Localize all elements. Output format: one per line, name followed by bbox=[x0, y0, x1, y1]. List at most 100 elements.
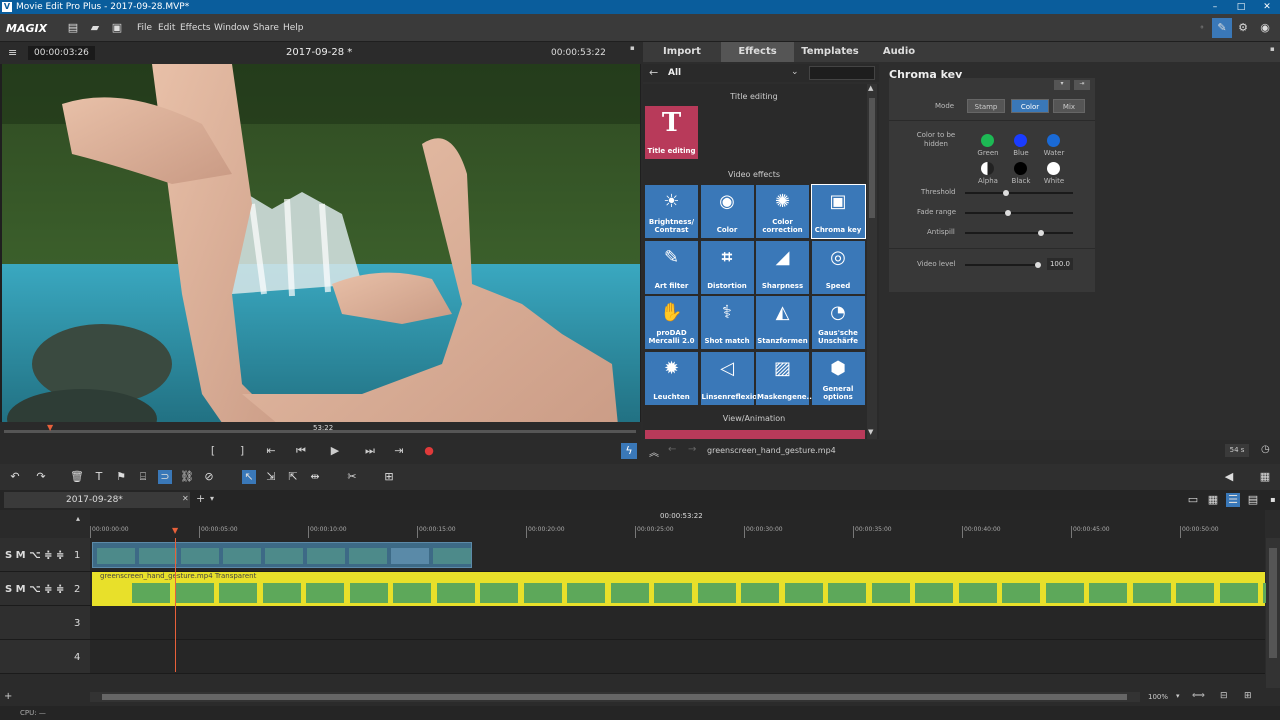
zoom-fit-icon[interactable]: ⟺ bbox=[1192, 691, 1205, 701]
track-1[interactable]: S M ⌥ ≑ ≑ 1 bbox=[0, 538, 1265, 572]
swatch-black[interactable] bbox=[1014, 162, 1027, 175]
loop-icon[interactable]: ⊃ bbox=[158, 470, 172, 484]
hamburger-menu-icon[interactable]: ≡ bbox=[8, 46, 17, 59]
chevron-down-icon[interactable]: ⌄ bbox=[791, 67, 799, 77]
tab-dropdown-icon[interactable]: ▾ bbox=[210, 494, 214, 503]
undo-icon[interactable]: ↶ bbox=[8, 470, 22, 484]
go-to-start-button[interactable]: ⇤ bbox=[263, 443, 279, 459]
tab-audio[interactable]: Audio bbox=[866, 42, 932, 62]
close-tab-icon[interactable]: ✕ bbox=[182, 494, 189, 503]
tile-stanzformen[interactable]: ◭ Stanzformen bbox=[756, 296, 809, 349]
pin-icon[interactable]: ▪ bbox=[1270, 45, 1275, 53]
tab-import[interactable]: Import bbox=[643, 42, 721, 62]
tab-effects[interactable]: Effects bbox=[721, 42, 794, 62]
stretch-tool-icon[interactable]: ⇱ bbox=[286, 470, 300, 484]
zoom-dropdown-icon[interactable]: ▾ bbox=[1176, 692, 1180, 700]
forward-icon[interactable]: → bbox=[688, 444, 696, 455]
ruler-playhead-icon[interactable]: ▼ bbox=[172, 526, 178, 535]
tools-icon[interactable]: ✎ bbox=[1212, 18, 1232, 38]
timecode-current[interactable]: 00:00:03:26 bbox=[28, 46, 95, 60]
category-dropdown[interactable]: All bbox=[668, 68, 681, 78]
mixer-icon[interactable]: ▦ bbox=[1258, 470, 1272, 484]
swatch-alpha[interactable] bbox=[981, 162, 994, 175]
settings-icon[interactable]: ⚙ bbox=[1236, 21, 1250, 35]
video-level-input[interactable]: 100.0 bbox=[1047, 258, 1073, 270]
timeline-horizontal-scrollbar[interactable] bbox=[90, 692, 1140, 702]
link-icon[interactable]: ⛓ bbox=[180, 470, 194, 484]
menu-effects[interactable]: Effects bbox=[180, 23, 211, 33]
tile-maskengene[interactable]: ▨ Maskengene... bbox=[756, 351, 815, 405]
effects-scrollbar[interactable]: ▲ ▼ bbox=[867, 84, 877, 439]
menu-file[interactable]: File bbox=[137, 23, 152, 33]
close-button[interactable]: ✕ bbox=[1254, 0, 1280, 14]
track-2[interactable]: S M ⌥ ≑ ≑ 2 greenscreen_hand_gesture.mp4 T… bbox=[0, 572, 1280, 606]
view-single-icon[interactable]: ▭ bbox=[1186, 493, 1200, 507]
mark-in-button[interactable]: [ bbox=[205, 443, 221, 459]
menu-window[interactable]: Window bbox=[214, 23, 250, 33]
tile-prodad-mercalli-2-0[interactable]: ✋ proDAD Mercalli 2.0 bbox=[645, 296, 698, 349]
tile-color-correction[interactable]: ✺ Color correction bbox=[756, 185, 809, 238]
open-folder-icon[interactable]: ▰ bbox=[88, 21, 102, 35]
mark-out-button[interactable]: ] bbox=[234, 443, 250, 459]
swatch-green[interactable] bbox=[981, 134, 994, 147]
menu-edit[interactable]: Edit bbox=[158, 23, 175, 33]
split-icon[interactable]: ⌸ bbox=[136, 470, 150, 484]
tile-linsenreflexion[interactable]: ◁ Linsenreflexion bbox=[700, 351, 762, 405]
dropdown-icon[interactable]: ▾ bbox=[1054, 80, 1070, 90]
back-icon[interactable]: ← bbox=[668, 444, 676, 455]
collapse-icon[interactable]: ︽ bbox=[649, 444, 659, 459]
playhead-marker-icon[interactable]: ▼ bbox=[47, 423, 53, 432]
swatch-water[interactable] bbox=[1047, 134, 1060, 147]
track-controls[interactable]: S M ⌥ ≑ ≑ bbox=[5, 584, 64, 595]
speaker-icon[interactable]: ◀ bbox=[1222, 470, 1236, 484]
pin-icon[interactable]: ▪ bbox=[1266, 493, 1280, 507]
search-input[interactable] bbox=[809, 66, 875, 80]
tile-shot-match[interactable]: ⚕ Shot match bbox=[700, 296, 754, 349]
tile-brightness-contrast[interactable]: ☀ Brightness/ Contrast bbox=[645, 185, 698, 238]
tile-general-options[interactable]: ⬢ General options bbox=[811, 351, 865, 405]
pointer-tool-icon[interactable]: ↖ bbox=[242, 470, 256, 484]
small-dot-icon[interactable]: ◦ bbox=[1195, 21, 1209, 35]
delete-icon[interactable]: 🗑 bbox=[70, 470, 84, 484]
scroll-down-icon[interactable]: ▼ bbox=[868, 428, 873, 436]
track-3[interactable]: 3 bbox=[0, 606, 1265, 640]
minimize-button[interactable]: – bbox=[1202, 0, 1228, 14]
view-multicam-icon[interactable]: ▤ bbox=[1246, 493, 1260, 507]
tile-leuchten[interactable]: ✹ Leuchten bbox=[645, 351, 698, 405]
tile-sharpness[interactable]: ◢ Sharpness bbox=[756, 240, 809, 294]
record-button[interactable]: ● bbox=[421, 443, 437, 459]
redo-icon[interactable]: ↷ bbox=[34, 470, 48, 484]
threshold-slider[interactable] bbox=[965, 190, 1073, 196]
go-to-end-button[interactable]: ⇥ bbox=[391, 443, 407, 459]
insert-icon[interactable]: ⊞ bbox=[382, 470, 396, 484]
expand-icon[interactable]: ⇥ bbox=[1074, 80, 1090, 90]
fade-range-slider[interactable] bbox=[965, 210, 1073, 216]
menu-share[interactable]: Share bbox=[253, 23, 279, 33]
help-circle-icon[interactable]: ◉ bbox=[1258, 21, 1272, 35]
view-storyboard-icon[interactable]: ▦ bbox=[1206, 493, 1220, 507]
mode-mix-button[interactable]: Mix bbox=[1053, 99, 1085, 113]
mode-color-button[interactable]: Color bbox=[1011, 99, 1049, 113]
zoom-level[interactable]: 100% bbox=[1148, 693, 1168, 701]
video-clip-waterfall[interactable] bbox=[92, 542, 472, 568]
video-clip-greenscreen[interactable]: greenscreen_hand_gesture.mp4 Transparent bbox=[92, 572, 1280, 606]
back-arrow-icon[interactable]: ← bbox=[649, 66, 658, 79]
zoom-in-icon[interactable]: ⊞ bbox=[1244, 691, 1252, 701]
add-track-icon[interactable]: + bbox=[4, 691, 12, 702]
view-timeline-icon[interactable]: ☰ bbox=[1226, 493, 1240, 507]
video-level-knob[interactable] bbox=[1035, 262, 1041, 268]
range-tool-icon[interactable]: ⇲ bbox=[264, 470, 278, 484]
track-4[interactable]: 4 bbox=[0, 640, 1265, 674]
antispill-knob[interactable] bbox=[1037, 230, 1044, 236]
lock-icon[interactable]: ▴ bbox=[76, 514, 80, 523]
save-icon[interactable]: ▣ bbox=[110, 21, 124, 35]
preview-scrubber[interactable]: ▼ 53:22 bbox=[0, 422, 641, 440]
text-tool-icon[interactable]: T bbox=[92, 470, 106, 484]
threshold-knob[interactable] bbox=[1003, 190, 1010, 196]
menu-help[interactable]: Help bbox=[283, 23, 304, 33]
scissors-icon[interactable]: ✂ bbox=[345, 470, 359, 484]
tile-distortion[interactable]: ⌗ Distortion bbox=[700, 240, 754, 294]
tile-chroma-key[interactable]: ▣ Chroma key bbox=[810, 184, 866, 239]
add-tab-icon[interactable]: + bbox=[196, 492, 205, 505]
fade-range-knob[interactable] bbox=[1005, 210, 1012, 216]
